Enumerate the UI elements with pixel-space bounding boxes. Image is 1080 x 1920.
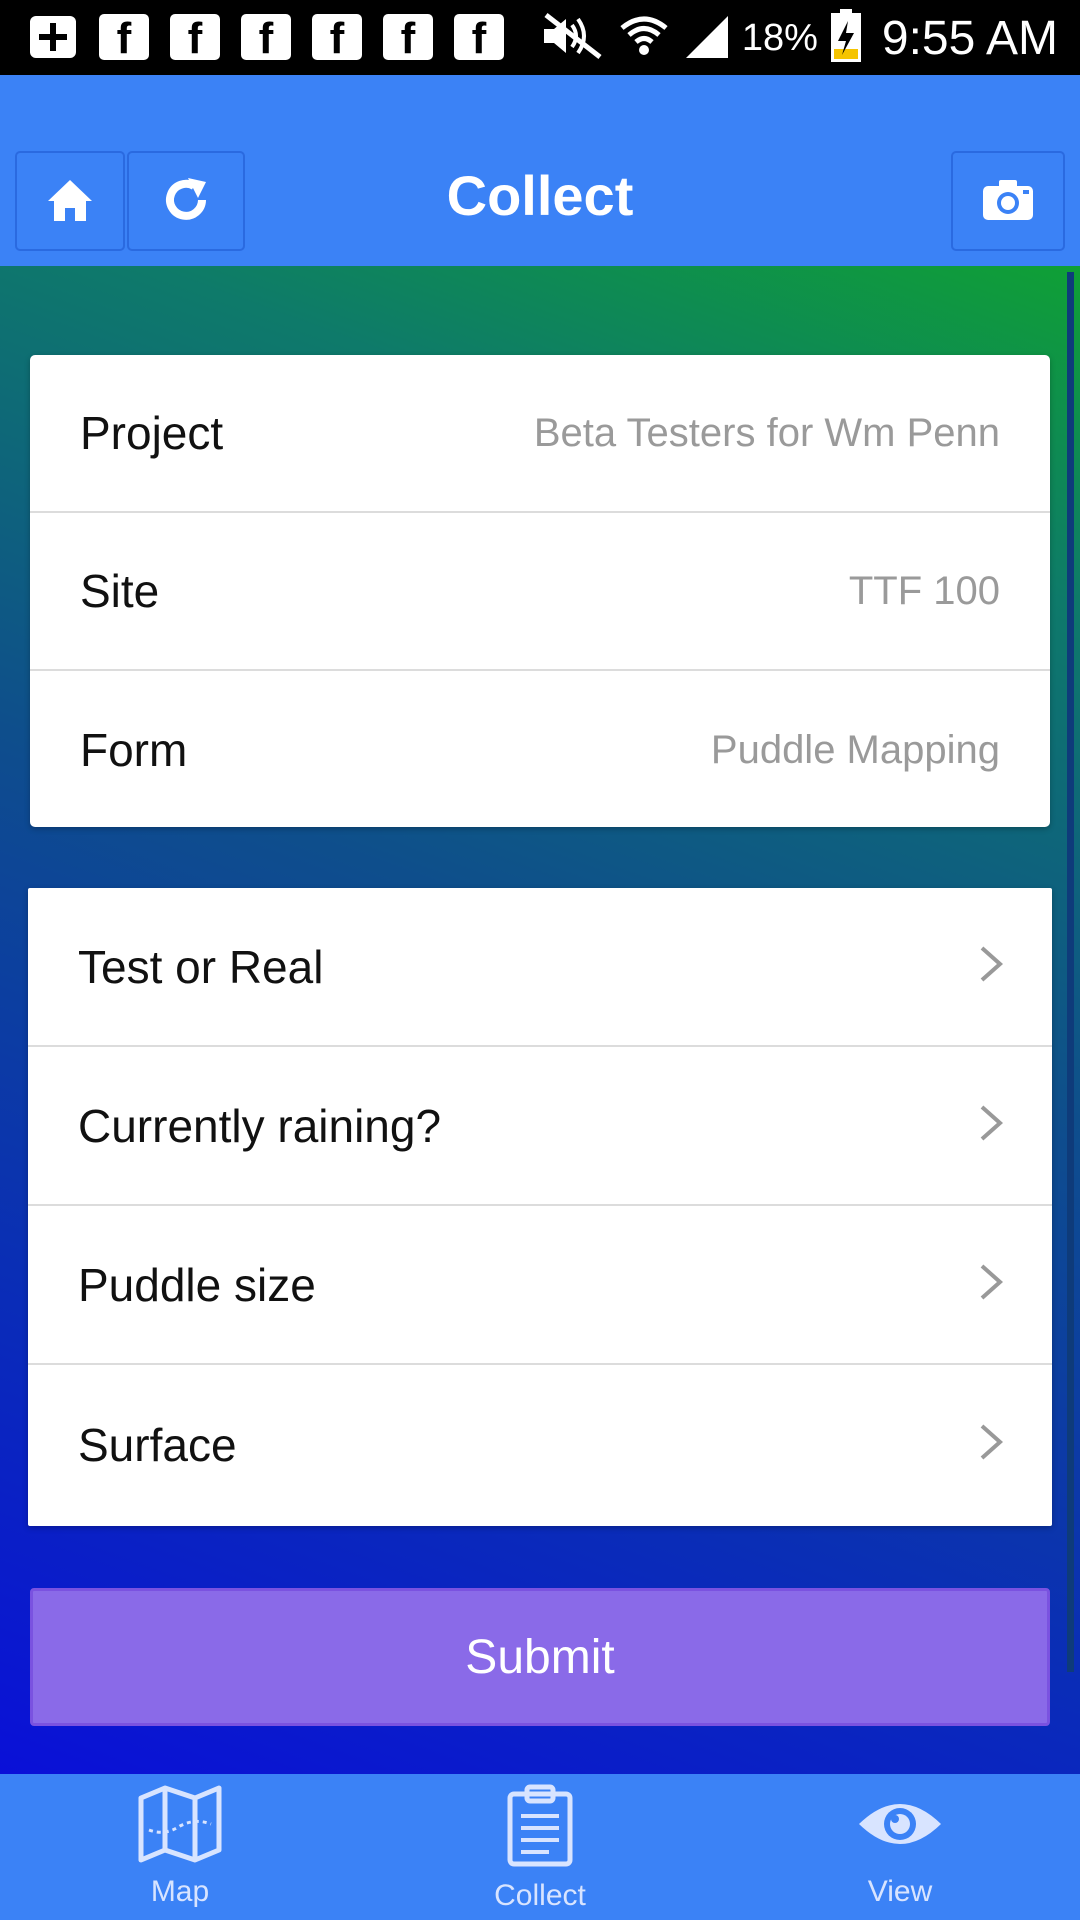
eye-icon <box>855 1784 945 1869</box>
nav-item-view[interactable]: View <box>720 1774 1080 1920</box>
battery-percent: 18% <box>741 16 818 59</box>
question-item[interactable]: Puddle size <box>28 1206 1052 1365</box>
question-label: Puddle size <box>78 1258 316 1311</box>
signal-icon <box>682 12 730 65</box>
camera-button[interactable] <box>951 151 1065 251</box>
questions-list: Test or Real Currently raining? Puddle s… <box>28 888 1052 1526</box>
submit-button[interactable]: Submit <box>30 1588 1050 1726</box>
question-label: Test or Real <box>78 940 324 993</box>
nav-item-collect[interactable]: Collect <box>360 1774 720 1920</box>
form-value: Puddle Mapping <box>710 727 1000 772</box>
form-label: Form <box>80 724 188 776</box>
project-row[interactable]: Project Beta Testers for Wm Penn <box>30 355 1050 513</box>
page-title: Collect <box>446 164 634 227</box>
scrollbar[interactable] <box>1067 272 1074 1672</box>
project-label: Project <box>80 407 224 459</box>
question-item[interactable]: Test or Real <box>28 888 1052 1047</box>
site-value: TTF 100 <box>848 568 1000 613</box>
chevron-right-icon <box>978 944 1004 989</box>
nav-label-map: Map <box>150 1875 210 1908</box>
clock: 9:55 AM <box>881 11 1058 65</box>
site-row[interactable]: Site TTF 100 <box>30 513 1050 671</box>
facebook-icon: f <box>241 14 291 63</box>
question-label: Surface <box>78 1418 237 1471</box>
chevron-right-icon <box>978 1422 1004 1467</box>
bottom-nav: Map Collect View <box>0 1774 1080 1920</box>
question-item[interactable]: Currently raining? <box>28 1047 1052 1206</box>
facebook-icon: f <box>383 14 433 63</box>
question-label: Currently raining? <box>78 1099 442 1152</box>
battery-icon <box>830 8 862 68</box>
facebook-icon: f <box>170 14 220 63</box>
form-row[interactable]: Form Puddle Mapping <box>30 671 1050 827</box>
wifi-icon <box>618 10 670 67</box>
question-item[interactable]: Surface <box>28 1365 1052 1524</box>
nav-label-view: View <box>867 1875 933 1908</box>
facebook-icon: f <box>454 14 504 63</box>
chevron-right-icon <box>978 1262 1004 1307</box>
chevron-right-icon <box>978 1103 1004 1148</box>
map-icon <box>135 1784 225 1869</box>
nav-label-collect: Collect <box>494 1879 586 1912</box>
clipboard-icon <box>505 1784 575 1873</box>
project-value: Beta Testers for Wm Penn <box>533 410 1000 455</box>
project-info-card: Project Beta Testers for Wm Penn Site TT… <box>30 355 1050 827</box>
mute-icon <box>536 11 606 66</box>
add-box-icon <box>28 14 78 60</box>
camera-icon <box>981 178 1035 225</box>
system-status: 18% 9:55 AM <box>536 8 1058 68</box>
status-bar: f f f f f f 18% 9:55 AM <box>0 0 1080 75</box>
notification-icons: f f f f f f <box>28 14 504 63</box>
facebook-icon: f <box>312 14 362 63</box>
nav-item-map[interactable]: Map <box>0 1774 360 1920</box>
site-label: Site <box>80 565 160 617</box>
facebook-icon: f <box>99 14 149 63</box>
